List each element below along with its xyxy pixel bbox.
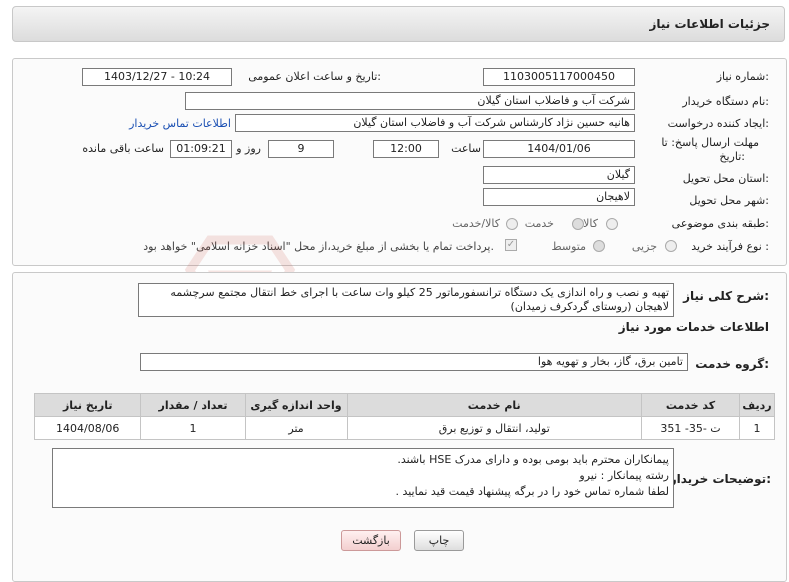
service-group-field: تامین برق، گاز، بخار و تهویه هوا (140, 353, 688, 371)
buyer-org-label: نام دستگاه خریدار: (682, 95, 769, 108)
buyer-note-line: لطفا شماره تماس خود را در برگه پیشنهاد ق… (395, 485, 669, 498)
deadline-date-field: 1404/01/06 (483, 140, 635, 158)
category-option-goods: کالا (583, 217, 598, 230)
process-radio-medium[interactable] (593, 240, 605, 252)
announce-label: تاریخ و ساعت اعلان عمومی: (248, 70, 381, 83)
col-date: تاریخ نیاز (33, 393, 142, 417)
province-label: استان محل تحویل: (682, 172, 769, 185)
creator-field: هانیه حسین نژاد کارشناس شرکت آب و فاضلاب… (235, 114, 635, 132)
creator-label: ایجاد کننده درخواست: (667, 117, 769, 130)
need-number-field: 1103005117000450 (483, 68, 635, 86)
col-code: کد خدمت (640, 393, 741, 417)
days-field: 9 (268, 140, 334, 158)
category-label: طبقه بندی موضوعی: (671, 217, 769, 230)
process-option-minor: جزیی (631, 240, 657, 253)
remaining-time-field: 01:09:21 (170, 140, 232, 158)
table-row: 1 ت -35- 351 تولید، انتقال و توزیع برق م… (33, 416, 775, 440)
process-option-medium: متوسط (551, 240, 586, 253)
buyer-notes-label: توضیحات خریدار: (669, 472, 771, 486)
city-field: لاهیجان (483, 188, 635, 206)
info-panel (12, 58, 787, 266)
description-textbox: تهیه و نصب و راه اندازی یک دستگاه ترانسف… (138, 283, 674, 317)
buyer-note-line: پیمانکاران محترم باید بومی بوده و دارای … (397, 453, 669, 466)
need-number-label: شماره نیاز: (716, 70, 769, 83)
buyer-org-field: شرکت آب و فاضلاب استان گیلان (185, 92, 635, 110)
deadline-time-label: ساعت (451, 142, 481, 155)
category-option-service: خدمت (524, 217, 554, 230)
print-button[interactable]: چاپ (414, 530, 464, 551)
description-label: شرح کلی نیاز: (683, 289, 769, 303)
city-label: شهر محل تحویل: (689, 194, 769, 207)
service-group-label: گروه خدمت: (695, 357, 769, 371)
cell-unit: متر (244, 416, 348, 440)
contact-info-link[interactable]: اطلاعات تماس خریدار (129, 117, 231, 130)
deadline-time-field: 12:00 (373, 140, 439, 158)
services-table: ردیف کد خدمت نام خدمت واحد اندازه گیری ت… (33, 393, 775, 440)
col-unit: واحد اندازه گیری (244, 393, 348, 417)
process-label: نوع فرآیند خرید : (691, 240, 769, 253)
page-header: جزئیات اطلاعات نیاز (12, 6, 785, 42)
category-radio-service[interactable] (572, 218, 584, 230)
page-title: جزئیات اطلاعات نیاز (649, 17, 770, 31)
category-radio-goods-service[interactable] (506, 218, 518, 230)
days-label: روز و (236, 142, 261, 155)
cell-row: 1 (739, 416, 775, 440)
cell-code: ت -35- 351 (640, 416, 741, 440)
col-row: ردیف (739, 393, 775, 417)
treasury-checkbox[interactable]: ✓ (505, 239, 517, 251)
province-field: گیلان (483, 166, 635, 184)
category-radio-goods[interactable] (606, 218, 618, 230)
services-table-header: ردیف کد خدمت نام خدمت واحد اندازه گیری ت… (33, 393, 775, 417)
remaining-label: ساعت باقی مانده (82, 142, 164, 155)
col-qty: تعداد / مقدار (140, 393, 246, 417)
buyer-notes-textbox: پیمانکاران محترم باید بومی بوده و دارای … (52, 448, 674, 508)
treasury-note: پرداخت تمام یا بخشی از مبلغ خرید،از محل … (143, 240, 494, 253)
deadline-label-date: تاریخ: (719, 150, 745, 163)
back-button[interactable]: بازگشت (341, 530, 401, 551)
deadline-label: مهلت ارسال پاسخ: تا (661, 136, 759, 149)
category-option-goods-service: کالا/خدمت (452, 217, 500, 230)
process-radio-minor[interactable] (665, 240, 677, 252)
cell-date: 1404/08/06 (33, 416, 142, 440)
cell-name: تولید، انتقال و توزیع برق (346, 416, 642, 440)
col-name: نام خدمت (346, 393, 642, 417)
services-section-title: اطلاعات خدمات مورد نیاز (618, 320, 769, 334)
cell-qty: 1 (140, 416, 246, 440)
buyer-note-line: رشته پیمانکار : نیرو (579, 469, 669, 482)
announce-field: 1403/12/27 - 10:24 (82, 68, 232, 86)
